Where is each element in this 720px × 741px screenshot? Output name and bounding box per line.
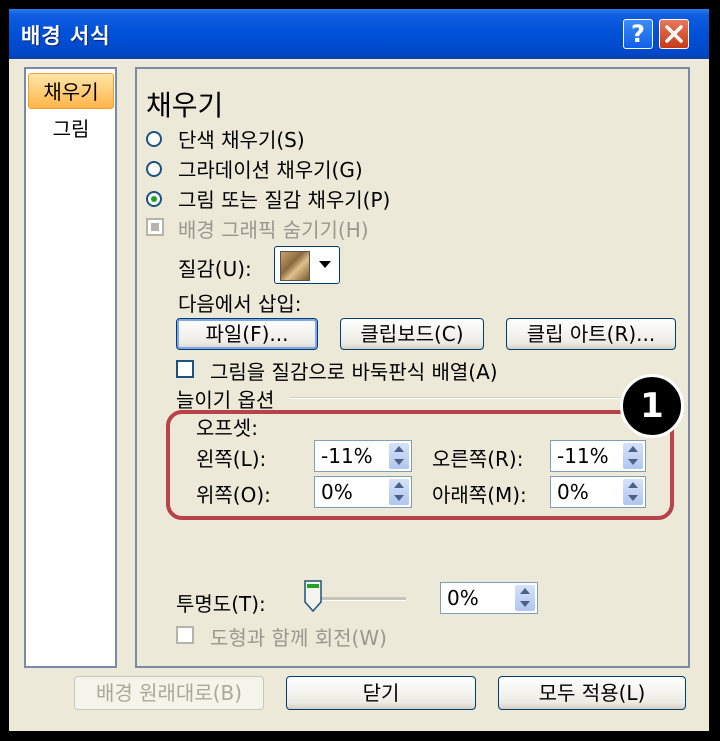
category-list: 채우기 그림	[24, 67, 117, 668]
close-icon	[665, 25, 683, 43]
reset-background-button[interactable]: 배경 원래대로(B)	[74, 676, 264, 710]
radio-gradient-fill[interactable]	[146, 161, 162, 177]
radio-picture-texture-fill[interactable]	[146, 191, 162, 207]
radio-picture-texture-fill-label: 그림 또는 질감 채우기(P)	[178, 188, 391, 212]
transparency-spinner[interactable]: 0%	[440, 582, 538, 614]
close-window-button[interactable]	[659, 19, 689, 49]
radio-gradient-fill-label: 그라데이션 채우기(G)	[178, 158, 363, 182]
texture-label: 질감(U):	[178, 257, 252, 281]
section-heading: 채우기	[146, 89, 224, 122]
hide-background-graphics-label: 배경 그래픽 숨기기(H)	[178, 218, 369, 242]
radio-solid-fill-label: 단색 채우기(S)	[178, 128, 305, 152]
callout-highlight	[166, 410, 674, 520]
separator	[290, 397, 620, 399]
rotate-with-shape-label: 도형과 함께 회전(W)	[210, 626, 387, 650]
title-bar[interactable]: 배경 서식 ?	[9, 9, 709, 59]
texture-swatch-icon	[280, 251, 310, 281]
transparency-value: 0%	[447, 586, 479, 610]
insert-from-label: 다음에서 삽입:	[178, 292, 302, 316]
clipboard-button[interactable]: 클립보드(C)	[340, 318, 484, 350]
texture-picker[interactable]	[274, 246, 340, 284]
nav-item-fill[interactable]: 채우기	[28, 73, 114, 109]
rotate-with-shape-checkbox[interactable]	[176, 626, 194, 644]
dialog-title: 배경 서식	[21, 24, 111, 48]
tile-picture-checkbox[interactable]	[176, 360, 194, 378]
transparency-label: 투명도(T):	[176, 592, 266, 616]
clipart-button[interactable]: 클립 아트(R)...	[506, 318, 676, 350]
close-button[interactable]: 닫기	[286, 676, 476, 710]
transparency-slider-thumb[interactable]	[304, 580, 322, 612]
transparency-slider-track[interactable]	[314, 597, 406, 601]
file-button[interactable]: 파일(F)...	[176, 318, 318, 350]
nav-item-picture[interactable]: 그림	[28, 111, 114, 147]
spin-arrows-icon[interactable]	[515, 585, 535, 611]
help-icon: ?	[631, 20, 645, 48]
stretch-options-label: 늘이기 옵션	[176, 388, 275, 412]
help-button[interactable]: ?	[623, 19, 653, 49]
apply-to-all-button[interactable]: 모두 적용(L)	[498, 676, 686, 710]
hide-background-graphics-checkbox[interactable]	[146, 218, 164, 236]
radio-solid-fill[interactable]	[146, 131, 162, 147]
dropdown-arrow-icon	[319, 261, 331, 268]
callout-number-badge: 1	[620, 374, 684, 438]
tile-picture-label: 그림을 질감으로 바둑판식 배열(A)	[210, 360, 498, 384]
